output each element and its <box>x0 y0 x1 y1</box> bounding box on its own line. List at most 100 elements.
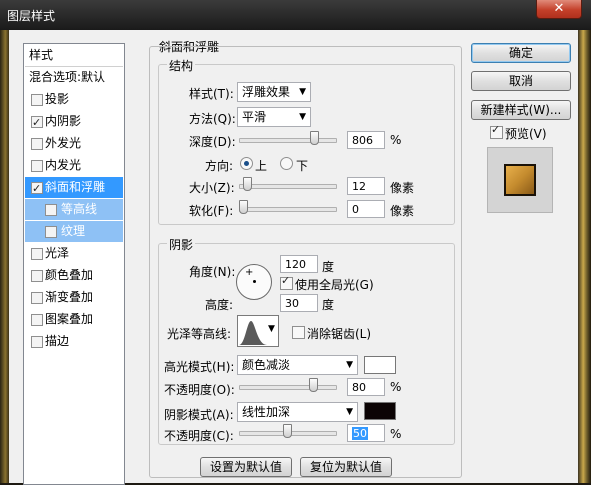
style-list-item-label: 颜色叠加 <box>45 268 94 282</box>
direction-up-label: 上 <box>255 159 268 173</box>
title-bar: 图层样式 ✕ <box>0 0 591 30</box>
style-checkbox[interactable] <box>31 160 43 172</box>
soften-input[interactable]: 0 <box>347 200 385 218</box>
style-checkbox[interactable] <box>31 112 43 133</box>
style-select[interactable]: 浮雕效果 ▼ <box>237 82 311 102</box>
style-checkbox[interactable] <box>31 178 43 199</box>
style-list-item-label: 渐变叠加 <box>45 290 94 304</box>
soften-slider-track[interactable] <box>239 207 337 212</box>
angle-dial[interactable]: + <box>236 264 272 300</box>
ok-button[interactable]: 确定 <box>471 43 571 63</box>
style-list-item[interactable]: 纹理 <box>25 221 123 242</box>
style-list-item-label: 内发光 <box>45 158 82 172</box>
shadow-mode-select[interactable]: 线性加深 ▼ <box>237 402 358 422</box>
style-list-item-label: 投影 <box>45 92 70 106</box>
size-slider-thumb[interactable] <box>243 177 253 191</box>
desktop-background-left <box>0 30 9 483</box>
global-light-label: 使用全局光(G) <box>295 278 374 292</box>
highlight-mode-select[interactable]: 颜色减淡 ▼ <box>237 355 358 375</box>
style-list-item-label: 纹理 <box>61 224 86 238</box>
structure-title: 结构 <box>167 57 196 74</box>
chevron-down-icon: ▼ <box>346 360 353 370</box>
style-list-item-label: 图案叠加 <box>45 312 94 326</box>
make-default-button[interactable]: 设置为默认值 <box>200 457 292 477</box>
direction-label: 方向: <box>205 159 234 173</box>
highlight-opacity-label: 不透明度(O): <box>164 383 235 397</box>
depth-label: 深度(D): <box>189 135 236 149</box>
direction-down-radio[interactable] <box>280 157 293 170</box>
shadow-opacity-input[interactable]: 50 <box>347 424 385 442</box>
style-label: 样式(T): <box>189 87 234 101</box>
style-list-item-label: 光泽 <box>45 246 70 260</box>
preview-checkbox[interactable] <box>490 123 503 139</box>
shadow-opacity-slider-thumb[interactable] <box>283 424 292 438</box>
style-list-item[interactable]: 内阴影 <box>25 111 123 133</box>
style-list-item[interactable]: 混合选项:默认 <box>25 67 123 88</box>
style-checkbox[interactable] <box>45 226 57 238</box>
size-label: 大小(Z): <box>189 181 235 195</box>
antialias-checkbox[interactable] <box>292 326 305 339</box>
direction-up-radio[interactable] <box>240 157 253 170</box>
angle-center-dot <box>253 280 256 283</box>
style-list-item-label: 内阴影 <box>45 114 82 128</box>
style-list-item[interactable]: 内发光 <box>25 155 123 176</box>
style-checkbox[interactable] <box>31 336 43 348</box>
depth-slider-thumb[interactable] <box>310 131 320 145</box>
window-title: 图层样式 <box>7 9 56 23</box>
shadow-color-swatch[interactable] <box>364 402 396 420</box>
reset-default-button[interactable]: 复位为默认值 <box>300 457 392 477</box>
style-list-item[interactable]: 描边 <box>25 331 123 352</box>
style-list-item[interactable]: 光泽 <box>25 243 123 264</box>
layer-style-dialog: 样式 混合选项:默认投影内阴影外发光内发光斜面和浮雕等高线纹理光泽颜色叠加渐变叠… <box>9 30 578 485</box>
angle-input[interactable]: 120 <box>280 255 318 273</box>
highlight-color-swatch[interactable] <box>364 356 396 374</box>
style-list-item[interactable]: 斜面和浮雕 <box>25 177 123 199</box>
crosshair-icon: + <box>245 267 254 278</box>
depth-unit: % <box>390 133 402 147</box>
style-checkbox[interactable] <box>31 270 43 282</box>
soften-unit: 像素 <box>390 204 415 218</box>
style-checkbox[interactable] <box>31 314 43 326</box>
highlight-opacity-input[interactable]: 80 <box>347 378 385 396</box>
style-checkbox[interactable] <box>45 204 57 216</box>
style-checkbox[interactable] <box>31 248 43 260</box>
soften-slider-thumb[interactable] <box>239 200 248 214</box>
technique-select[interactable]: 平滑 ▼ <box>237 107 311 127</box>
size-slider-track[interactable] <box>239 184 337 189</box>
desktop-background-right <box>578 30 591 483</box>
cancel-button[interactable]: 取消 <box>471 71 571 91</box>
style-list-item[interactable]: 颜色叠加 <box>25 265 123 286</box>
new-style-button[interactable]: 新建样式(W)... <box>471 100 571 120</box>
style-list-item-label: 混合选项:默认 <box>29 70 106 84</box>
global-light-checkbox[interactable] <box>280 274 293 290</box>
style-list-item-label: 斜面和浮雕 <box>45 180 106 194</box>
chevron-down-icon: ▼ <box>268 324 275 334</box>
style-list-item[interactable]: 外发光 <box>25 133 123 154</box>
gloss-contour-picker[interactable]: ▼ <box>237 315 279 347</box>
style-list-item[interactable]: 渐变叠加 <box>25 287 123 308</box>
chevron-down-icon: ▼ <box>299 112 306 122</box>
highlight-opacity-slider-track[interactable] <box>239 385 337 390</box>
size-input[interactable]: 12 <box>347 177 385 195</box>
soften-label: 软化(F): <box>189 204 234 218</box>
depth-input[interactable]: 806 <box>347 131 385 149</box>
style-list-item[interactable]: 图案叠加 <box>25 309 123 330</box>
angle-unit: 度 <box>322 260 335 274</box>
altitude-label: 高度: <box>205 298 234 312</box>
highlight-mode-label: 高光模式(H): <box>164 360 235 374</box>
style-checkbox[interactable] <box>31 94 43 106</box>
close-button[interactable]: ✕ <box>536 0 582 19</box>
style-list-item-label: 等高线 <box>61 202 98 216</box>
style-checkbox[interactable] <box>31 292 43 304</box>
shadow-mode-label: 阴影模式(A): <box>164 408 234 422</box>
style-list-item[interactable]: 等高线 <box>25 199 123 220</box>
shadow-opacity-label: 不透明度(C): <box>164 429 234 443</box>
style-list-item[interactable]: 投影 <box>25 89 123 110</box>
depth-slider-track[interactable] <box>239 138 337 143</box>
close-icon: ✕ <box>553 1 565 16</box>
highlight-opacity-slider-thumb[interactable] <box>309 378 319 392</box>
style-list-item-label: 描边 <box>45 334 70 348</box>
style-checkbox[interactable] <box>31 138 43 150</box>
styles-list-header[interactable]: 样式 <box>25 45 123 67</box>
altitude-input[interactable]: 30 <box>280 294 318 312</box>
